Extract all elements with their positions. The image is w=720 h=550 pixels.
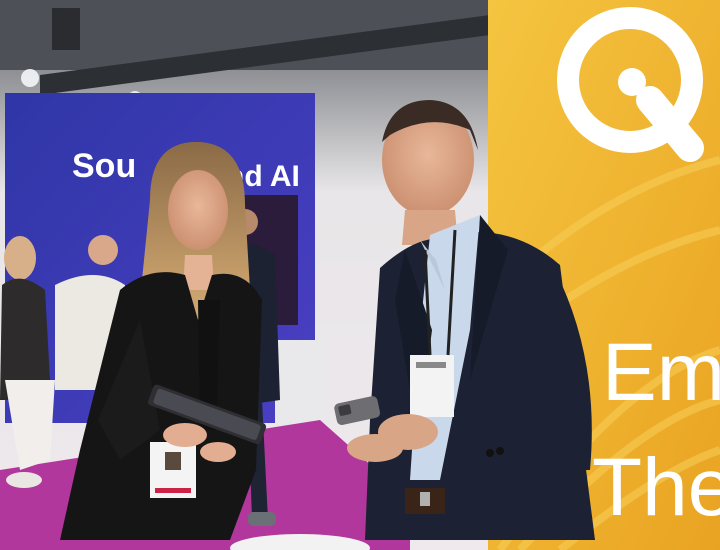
photo-canvas: Sou nd AI Em The xyxy=(0,0,720,550)
booth-sign-left: Sou xyxy=(72,147,136,185)
ceiling-light xyxy=(21,69,39,87)
banner-text-line1: Em xyxy=(602,327,720,418)
spotlight xyxy=(52,8,80,50)
banner-text-line2: The xyxy=(592,442,720,533)
photo-scene: Sou nd AI Em The xyxy=(0,0,720,550)
woman-face xyxy=(168,170,228,250)
